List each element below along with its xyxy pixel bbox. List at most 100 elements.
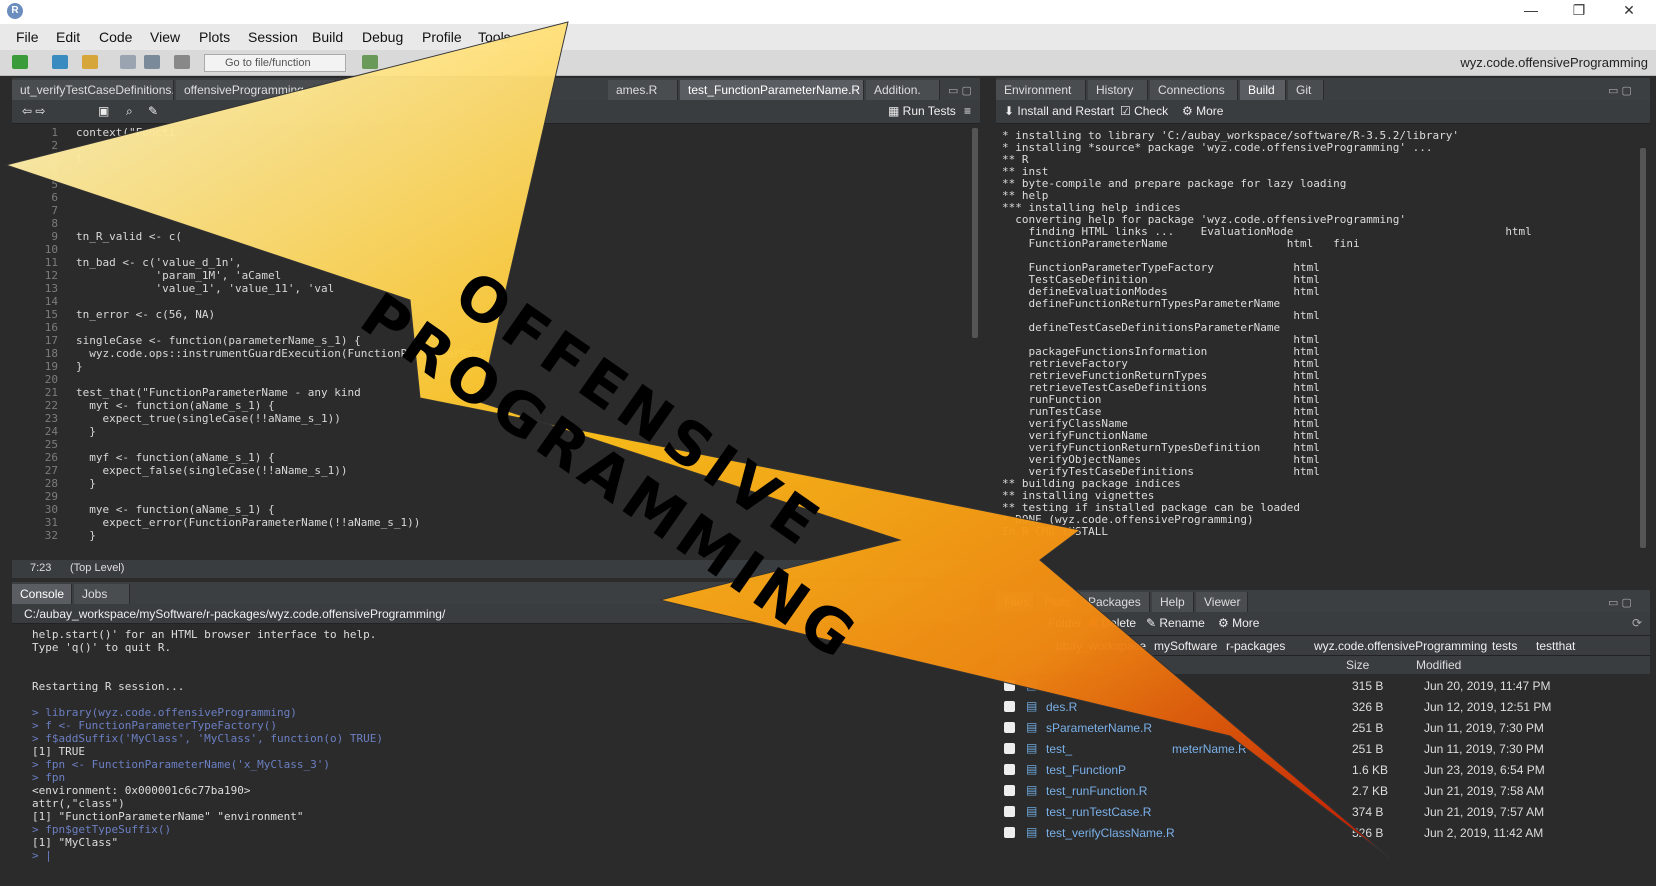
working-directory-path[interactable]: C:/aubay_workspace/mySoftware/r-packages… bbox=[24, 607, 445, 621]
file-name[interactable]: des.R bbox=[1046, 700, 1077, 714]
file-checkbox[interactable] bbox=[1004, 827, 1015, 838]
menu-file[interactable]: File bbox=[16, 29, 39, 45]
build-output[interactable]: * installing to library 'C:/aubay_worksp… bbox=[996, 124, 1650, 554]
file-modified: Jun 21, 2019, 7:57 AM bbox=[1424, 805, 1545, 819]
rename-button[interactable]: ✎ Rename bbox=[1146, 616, 1205, 630]
menu-edit[interactable]: Edit bbox=[56, 29, 80, 45]
file-checkbox[interactable] bbox=[1004, 722, 1015, 733]
file-checkbox[interactable] bbox=[1004, 806, 1015, 817]
close-button[interactable]: ✕ bbox=[1614, 2, 1644, 19]
menu-tools[interactable]: Tools bbox=[478, 29, 511, 45]
tab-jobs[interactable]: Jobs bbox=[74, 584, 130, 604]
tab-help[interactable]: Help bbox=[1152, 592, 1194, 612]
delete-icon: ✖ bbox=[1088, 616, 1102, 630]
pane-minimize-icon[interactable]: ▭ ▢ bbox=[1608, 596, 1632, 609]
file-row[interactable]: ▤ 315 B Jun 20, 2019, 11:47 PM bbox=[996, 676, 1650, 697]
files-more-button[interactable]: ⚙ More bbox=[1218, 616, 1259, 630]
tab-names[interactable]: ames.R bbox=[608, 80, 678, 100]
crumb-r-packages[interactable]: r-packages bbox=[1226, 639, 1285, 653]
crumb-mysoftware[interactable]: mySoftware bbox=[1154, 639, 1217, 653]
scope-selector[interactable]: (Top Level) bbox=[70, 562, 124, 574]
maximize-button[interactable]: ❐ bbox=[1564, 2, 1594, 19]
tab-git[interactable]: Git bbox=[1288, 80, 1324, 100]
run-tests-button[interactable]: ▦ Run Tests bbox=[888, 104, 956, 118]
go-to-file-input[interactable]: Go to file/function bbox=[204, 54, 346, 72]
tab-packages[interactable]: Packages bbox=[1080, 592, 1150, 612]
file-row[interactable]: ▤ test_runTestCase.R 374 B Jun 21, 2019, 7:… bbox=[996, 802, 1650, 823]
crumb-tests[interactable]: tests bbox=[1492, 639, 1517, 653]
minimize-button[interactable]: — bbox=[1516, 2, 1546, 18]
file-row[interactable]: ▤ test_runFunction.R 2.7 KB Jun 21, 2019, 7… bbox=[996, 781, 1650, 802]
menu-code[interactable]: Code bbox=[99, 29, 132, 45]
menu-plots[interactable]: Plots bbox=[199, 29, 230, 45]
save-all-icon[interactable] bbox=[144, 55, 160, 69]
crumb-workspace[interactable]: ubay_workspace bbox=[1056, 639, 1146, 653]
file-name[interactable]: test_runTestCase.R bbox=[1046, 805, 1151, 819]
menu-view[interactable]: View bbox=[150, 29, 180, 45]
pane-minimize-icon[interactable]: ▭ ▢ bbox=[948, 84, 972, 97]
tab-console[interactable]: Console bbox=[12, 584, 72, 604]
gear-icon: ⚙ bbox=[1182, 104, 1197, 118]
tab-files[interactable]: Files bbox=[996, 592, 1034, 612]
file-size: 2.7 KB bbox=[1352, 784, 1389, 798]
build-scrollbar[interactable] bbox=[1640, 148, 1646, 548]
code-text: t bbox=[76, 152, 83, 165]
build-more-button[interactable]: ⚙ More bbox=[1182, 104, 1223, 118]
file-checkbox[interactable] bbox=[1004, 701, 1015, 712]
code-text: myf <- function(aName_s_1) { bbox=[76, 451, 275, 464]
search-icon[interactable]: ⌕ bbox=[126, 104, 133, 119]
refresh-icon[interactable]: ⟳ bbox=[1632, 616, 1642, 630]
file-row[interactable]: ▤ test_FunctionP 1.6 KB Jun 23, 2019, 6:54 … bbox=[996, 760, 1650, 781]
check-button[interactable]: ☑ Check bbox=[1120, 104, 1168, 118]
tab-plots[interactable]: Plots bbox=[1036, 592, 1078, 612]
menu-profile[interactable]: Profile bbox=[422, 29, 462, 45]
tab-build[interactable]: Build bbox=[1240, 80, 1286, 100]
column-modified[interactable]: Modified bbox=[1416, 658, 1461, 672]
file-name[interactable]: test_runFunction.R bbox=[1046, 784, 1147, 798]
save-icon[interactable] bbox=[120, 55, 136, 69]
column-size[interactable]: Size bbox=[1346, 658, 1369, 672]
tab-history[interactable]: History bbox=[1088, 80, 1148, 100]
new-file-icon[interactable] bbox=[12, 55, 28, 69]
project-selector[interactable]: wyz.code.offensiveProgramming bbox=[1460, 55, 1648, 70]
tab-environment[interactable]: Environment bbox=[996, 80, 1086, 100]
editor-scrollbar[interactable] bbox=[972, 128, 978, 338]
new-project-icon[interactable] bbox=[52, 55, 68, 69]
file-checkbox[interactable] bbox=[1004, 785, 1015, 796]
options-icon[interactable]: ≡ bbox=[964, 104, 971, 118]
file-row[interactable]: ▤ test_ meterName.R 251 B Jun 11, 2019, 7:3… bbox=[996, 739, 1650, 760]
tab-ut-verifytestcasedefinitions[interactable]: ut_verifyTestCaseDefinitions.R bbox=[12, 80, 174, 100]
tab-connections[interactable]: Connections bbox=[1150, 80, 1238, 100]
line-number: 25 bbox=[44, 438, 58, 451]
crumb-testthat[interactable]: testthat bbox=[1536, 639, 1575, 653]
file-name[interactable]: test_ meterName.R bbox=[1046, 742, 1247, 756]
file-name[interactable]: test_verifyClassName.R bbox=[1046, 826, 1175, 840]
file-checkbox[interactable] bbox=[1004, 680, 1015, 691]
file-row[interactable]: ▤ test_verifyClassName.R 526 B Jun 2, 2019,… bbox=[996, 823, 1650, 844]
menu-build[interactable]: Build bbox=[312, 29, 343, 45]
addins-icon[interactable] bbox=[362, 55, 378, 69]
file-row[interactable]: ▤ des.R 326 B Jun 12, 2019, 12:51 PM bbox=[996, 697, 1650, 718]
pane-minimize-icon[interactable]: ▭ ▢ bbox=[1608, 84, 1632, 97]
back-forward-icon[interactable]: ⇦ ⇨ bbox=[22, 104, 45, 118]
open-file-icon[interactable] bbox=[82, 55, 98, 69]
crumb-package[interactable]: wyz.code.offensiveProgramming bbox=[1314, 639, 1487, 653]
build-toolbar: ⬇ Install and Restart ☑ Check ⚙ More bbox=[996, 100, 1650, 124]
file-checkbox[interactable] bbox=[1004, 743, 1015, 754]
tab-viewer[interactable]: Viewer bbox=[1196, 592, 1248, 612]
file-checkbox[interactable] bbox=[1004, 764, 1015, 775]
save-icon[interactable]: ▣ bbox=[98, 104, 109, 118]
tab-addition[interactable]: Addition. bbox=[866, 80, 940, 100]
tab-offensiveprogramming[interactable]: offensiveProgramming bbox=[176, 80, 336, 100]
tab-test-functionparametername[interactable]: test_FunctionParameterName.R bbox=[680, 80, 864, 100]
file-row[interactable]: ▤ sParameterName.R 251 B Jun 11, 2019, 7:30… bbox=[996, 718, 1650, 739]
install-restart-button[interactable]: ⬇ Install and Restart bbox=[1004, 104, 1114, 118]
file-name[interactable]: sParameterName.R bbox=[1046, 721, 1152, 735]
file-name[interactable]: test_FunctionP bbox=[1046, 763, 1126, 777]
menu-session[interactable]: Session bbox=[248, 29, 298, 45]
code-tools-icon[interactable]: ✎ bbox=[148, 104, 158, 118]
delete-button[interactable]: ✖ Delete bbox=[1088, 616, 1136, 630]
menu-debug[interactable]: Debug bbox=[362, 29, 403, 45]
new-folder-button[interactable]: Folder bbox=[1048, 616, 1082, 630]
print-icon[interactable] bbox=[174, 55, 190, 69]
